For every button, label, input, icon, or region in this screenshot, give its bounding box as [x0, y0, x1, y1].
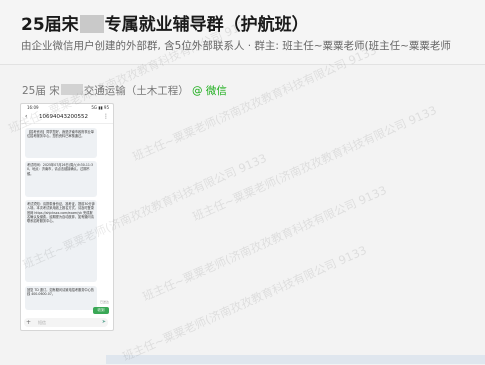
- sms-title-bar: ‹ 10694043200552 ⋮: [21, 113, 113, 124]
- sms-input-placeholder: 短信: [38, 320, 46, 325]
- wechat-tag: @ 微信: [192, 85, 227, 97]
- sms-input-bar: + 短信 ➤: [24, 318, 108, 327]
- sms-bubble: 回复 TD 退订，如有疑问请致电招考服务中心热线 400-0600-07。: [25, 286, 97, 310]
- message-sender: 25届 宋 交通运输（土木工程） @ 微信: [22, 83, 227, 98]
- phone-status-bar: 16:09 5G ▮▮ 95: [21, 104, 113, 112]
- chat-header: 25届宋 专属就业辅导群（护航班） 由企业微信用户创建的外部群, 含5位外部联系人…: [0, 0, 485, 65]
- group-title[interactable]: 25届宋 专属就业辅导群（护航班）: [21, 10, 309, 35]
- title-prefix: 25届宋: [21, 15, 79, 35]
- redacted-block: [60, 84, 83, 95]
- sms-bubble: 考试须知：请携带身份证、准考证，提前30分钟入场。本次考试采用线上报名方式，请及…: [25, 200, 97, 282]
- reply-status: 已送达: [99, 300, 109, 304]
- status-time: 16:09: [27, 105, 39, 110]
- status-signal: 5G ▮▮ 95: [91, 105, 109, 110]
- message-area[interactable]: 25届 宋 交通运输（土木工程） @ 微信 16:09 5G ▮▮ 95 ‹ 10…: [0, 65, 485, 364]
- title-suffix: 专属就业辅导群（护航班）: [104, 15, 309, 35]
- back-arrow-icon: ‹: [25, 113, 28, 120]
- sms-number: 10694043200552: [39, 114, 88, 120]
- more-icon: ⋮: [103, 113, 109, 120]
- screenshot-image[interactable]: 16:09 5G ▮▮ 95 ‹ 10694043200552 ⋮ 【招考资讯】…: [20, 103, 114, 331]
- sms-bubble: 【招考资讯】同学您好，我是济南市政府事业单位招考服务中心，您的资料已审核通过。: [25, 128, 97, 158]
- redacted-block: [79, 15, 104, 33]
- reply-bubble: 收到: [93, 307, 109, 314]
- sender-prefix: 25届 宋: [22, 85, 60, 97]
- plus-icon: +: [26, 319, 32, 326]
- send-icon: ➤: [101, 319, 106, 325]
- group-subtitle: 由企业微信用户创建的外部群, 含5位外部联系人 · 群主: 班主任~粟粟老师(班…: [21, 40, 451, 52]
- next-message-card: [106, 355, 485, 364]
- sms-bubble: 考试时间：2025年07月26日(周六)9:30-11:30，地点：济南市，请点…: [25, 161, 97, 197]
- sender-suffix: 交通运输（土木工程）: [83, 85, 189, 97]
